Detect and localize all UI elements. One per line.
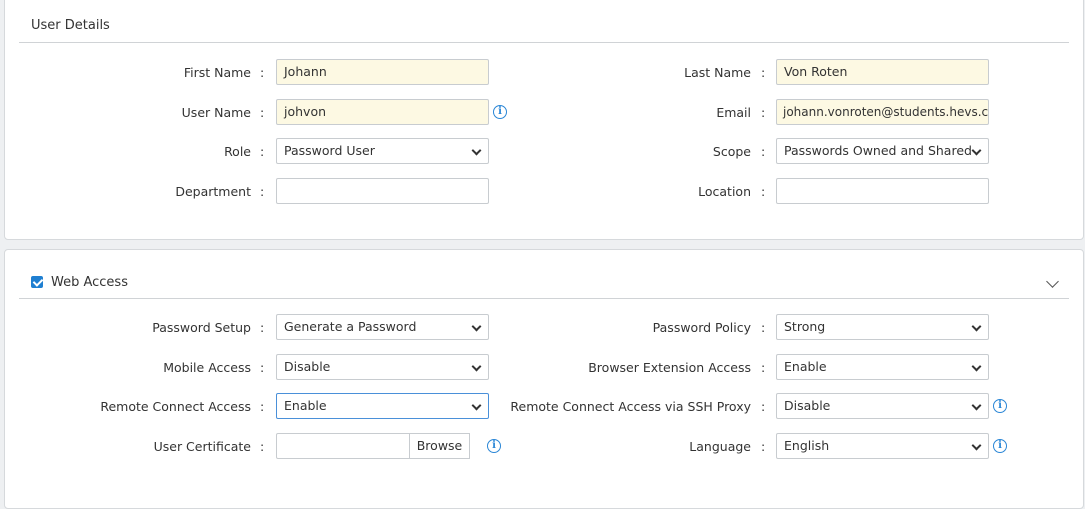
remote-ssh-label: Remote Connect Access via SSH Proxy [510, 399, 751, 414]
remote-connect-value: Enable [284, 398, 327, 413]
password-setup-label: Password Setup [152, 320, 251, 335]
web-access-header[interactable]: Web Access [19, 269, 1069, 299]
user-name-label: User Name [181, 105, 251, 120]
chevron-down-icon [971, 321, 982, 332]
user-certificate-info-icon[interactable]: i [487, 439, 501, 453]
colon: : [260, 105, 265, 120]
colon: : [761, 320, 766, 335]
role-value: Password User [284, 143, 375, 158]
password-policy-label: Password Policy [652, 320, 751, 335]
remote-connect-label: Remote Connect Access [100, 399, 251, 414]
colon: : [260, 184, 265, 199]
role-label: Role [224, 144, 251, 159]
mobile-access-value: Disable [284, 359, 331, 374]
language-value: English [784, 438, 830, 453]
last-name-input[interactable]: Von Roten [776, 59, 989, 85]
colon: : [761, 65, 766, 80]
remote-ssh-select[interactable]: Disable [776, 393, 989, 419]
scope-value: Passwords Owned and Shared [784, 143, 972, 158]
location-input[interactable] [776, 178, 989, 204]
location-label: Location [698, 184, 751, 199]
email-input[interactable]: johann.vonroten@students.hevs.ch [776, 99, 989, 125]
browse-button[interactable]: Browse [409, 433, 470, 459]
password-policy-select[interactable]: Strong [776, 314, 989, 340]
chevron-down-icon [971, 145, 982, 156]
colon: : [761, 399, 766, 414]
user-details-panel: User Details First Name : Johann Last Na… [4, 0, 1084, 240]
web-access-checkbox[interactable] [31, 276, 43, 288]
last-name-label: Last Name [684, 65, 751, 80]
colon: : [260, 399, 265, 414]
colon: : [761, 439, 766, 454]
user-name-input[interactable]: johvon [276, 99, 489, 125]
user-details-header: User Details [19, 14, 1069, 43]
colon: : [761, 105, 766, 120]
user-name-info-icon[interactable]: i [493, 105, 507, 119]
chevron-down-icon [471, 361, 482, 372]
user-details-title: User Details [31, 18, 110, 33]
colon: : [260, 144, 265, 159]
chevron-down-icon [471, 321, 482, 332]
colon: : [260, 320, 265, 335]
colon: : [260, 439, 265, 454]
first-name-input[interactable]: Johann [276, 59, 489, 85]
email-label: Email [716, 105, 751, 120]
chevron-down-icon [971, 361, 982, 372]
user-certificate-input[interactable] [276, 433, 410, 459]
user-certificate-label: User Certificate [153, 439, 251, 454]
mobile-access-select[interactable]: Disable [276, 354, 489, 380]
chevron-down-icon [471, 145, 482, 156]
remote-ssh-value: Disable [784, 398, 831, 413]
department-label: Department [175, 184, 251, 199]
colon: : [761, 360, 766, 375]
first-name-label: First Name [183, 65, 251, 80]
chevron-down-icon [471, 400, 482, 411]
language-select[interactable]: English [776, 433, 989, 459]
password-policy-value: Strong [784, 319, 826, 334]
language-label: Language [689, 439, 751, 454]
colon: : [761, 144, 766, 159]
browser-extension-select[interactable]: Enable [776, 354, 989, 380]
department-input[interactable] [276, 178, 489, 204]
password-setup-select[interactable]: Generate a Password [276, 314, 489, 340]
colon: : [761, 184, 766, 199]
password-setup-value: Generate a Password [284, 319, 417, 334]
mobile-access-label: Mobile Access [163, 360, 251, 375]
scope-label: Scope [712, 144, 751, 159]
remote-ssh-info-icon[interactable]: i [993, 399, 1007, 413]
remote-connect-select[interactable]: Enable [276, 393, 489, 419]
colon: : [260, 360, 265, 375]
browser-extension-value: Enable [784, 359, 827, 374]
chevron-down-icon[interactable] [1046, 275, 1059, 288]
web-access-panel: Web Access Password Setup : Generate a P… [4, 249, 1084, 509]
language-info-icon[interactable]: i [993, 439, 1007, 453]
colon: : [260, 65, 265, 80]
role-select[interactable]: Password User [276, 138, 489, 164]
scope-select[interactable]: Passwords Owned and Shared [776, 138, 989, 164]
web-access-title: Web Access [51, 275, 128, 290]
chevron-down-icon [971, 440, 982, 451]
chevron-down-icon [971, 400, 982, 411]
browser-extension-label: Browser Extension Access [588, 360, 751, 375]
